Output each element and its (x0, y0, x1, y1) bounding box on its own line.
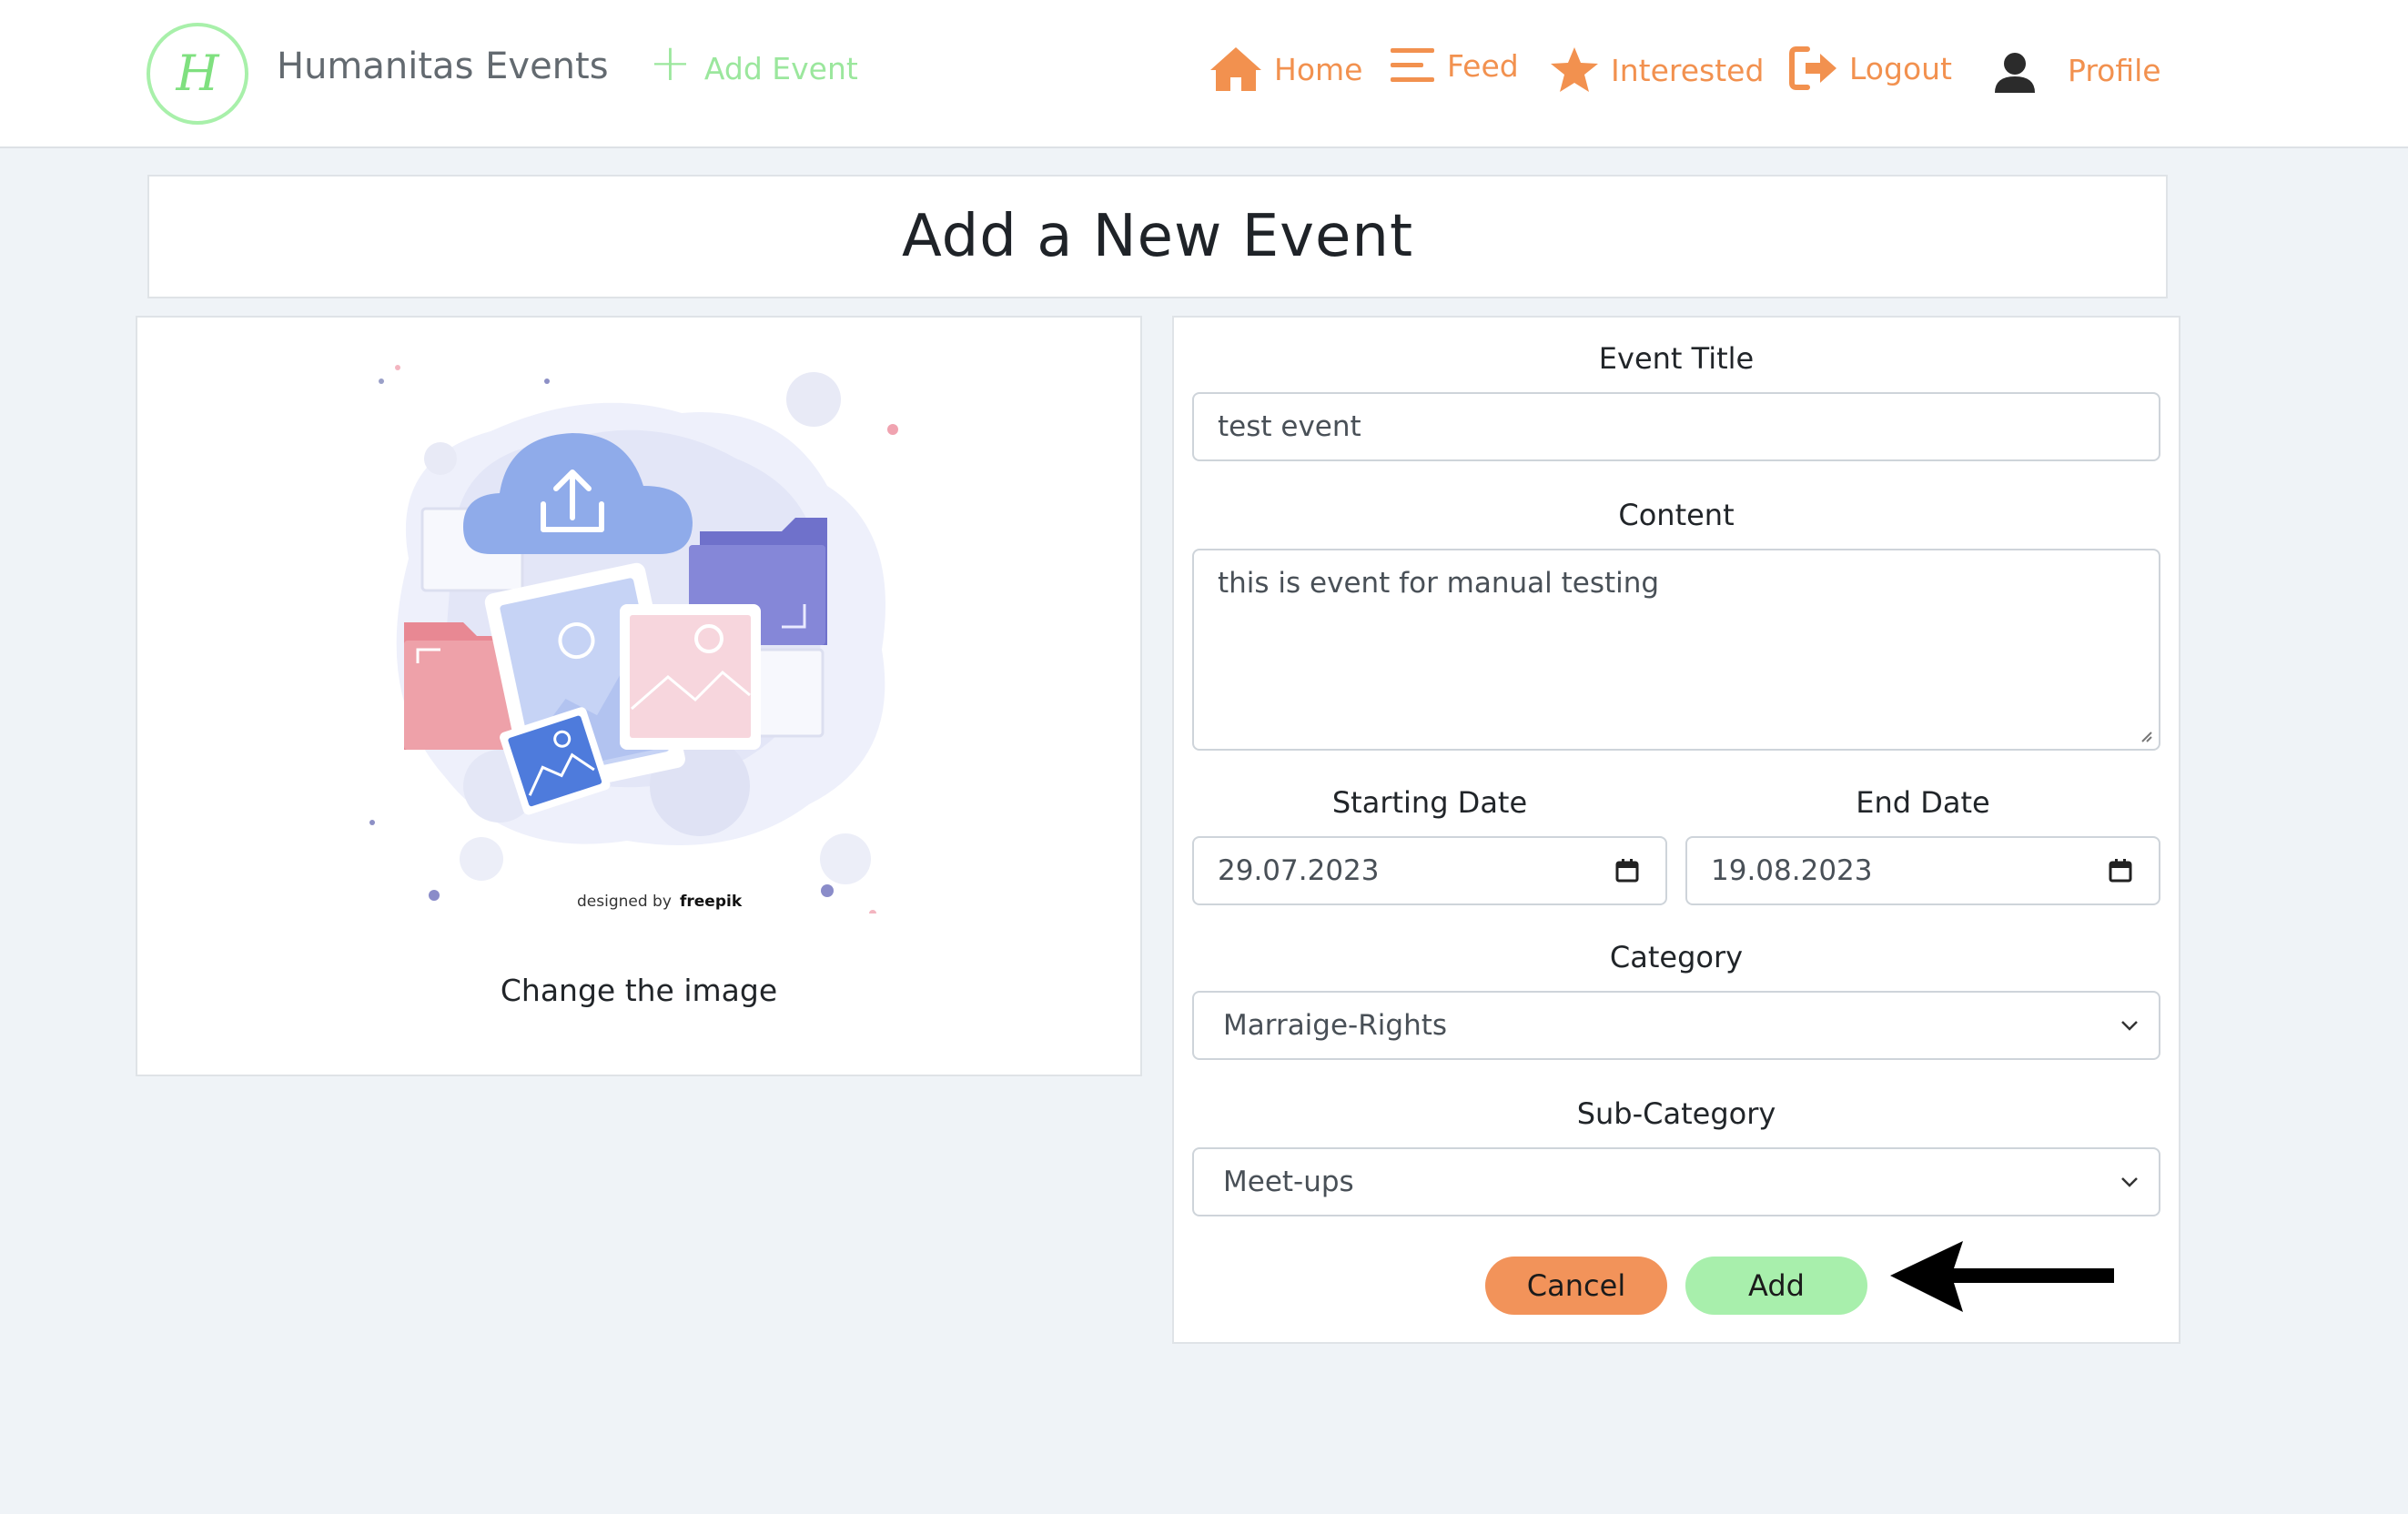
nav-feed-label: Feed (1447, 47, 1519, 84)
end-date-label: End Date (1856, 785, 1990, 820)
calendar-icon[interactable] (1614, 858, 1640, 883)
event-form: Event Title test event Content this is e… (1172, 316, 2180, 1344)
home-icon (1210, 47, 1261, 91)
category-label: Category (1609, 940, 1744, 974)
add-button[interactable]: Add (1685, 1257, 1867, 1315)
end-date-input[interactable]: 19.08.2023 (1685, 836, 2160, 905)
logout-icon (1789, 46, 1836, 90)
nav-home-label: Home (1274, 51, 1363, 87)
logo[interactable]: H (147, 23, 248, 125)
end-date-value: 19.08.2023 (1711, 854, 1873, 887)
start-date-value: 29.07.2023 (1218, 854, 1380, 887)
change-image-link[interactable]: Change the image (137, 973, 1140, 1008)
nav-logout[interactable]: Logout (1789, 45, 1952, 91)
add-event-label: Add Event (703, 50, 858, 86)
cancel-button[interactable]: Cancel (1485, 1257, 1667, 1315)
resize-grip-icon[interactable] (2139, 729, 2153, 743)
nav-feed[interactable]: Feed (1389, 45, 1519, 86)
content-textarea[interactable]: this is event for manual testing (1192, 549, 2160, 751)
start-date-label: Starting Date (1331, 785, 1528, 820)
subcategory-value: Meet-ups (1223, 1166, 1354, 1198)
nav-interested-label: Interested (1611, 52, 1765, 88)
category-value: Marraige-Rights (1223, 1009, 1448, 1042)
credit-brand: freepik (680, 893, 743, 911)
plus-icon: + (649, 34, 692, 93)
arrow-pointer-icon (1890, 1241, 2114, 1312)
chevron-down-icon (2121, 1177, 2138, 1187)
navbar: H Humanitas Events + Add Event Home Feed… (0, 0, 2408, 148)
add-event-link[interactable]: + Add Event (649, 38, 858, 89)
event-title-value: test event (1218, 410, 1361, 443)
start-date-input[interactable]: 29.07.2023 (1192, 836, 1667, 905)
user-icon[interactable] (1993, 51, 2037, 95)
content-label: Content (1618, 498, 1735, 532)
credit-prefix: designed by (577, 893, 672, 911)
chevron-down-icon (2121, 1021, 2138, 1031)
nav-profile[interactable]: Profile (2068, 53, 2161, 88)
category-select[interactable]: Marraige-Rights (1192, 991, 2160, 1060)
star-icon (1551, 47, 1598, 92)
subcategory-select[interactable]: Meet-ups (1192, 1147, 2160, 1216)
brand-name[interactable]: Humanitas Events (277, 45, 609, 87)
logo-letter: H (176, 45, 219, 102)
content-value: this is event for manual testing (1218, 567, 1660, 600)
event-title-label: Event Title (1598, 341, 1755, 376)
image-card: designed by freepik Change the image (136, 316, 1142, 1076)
nav-logout-label: Logout (1849, 50, 1952, 86)
calendar-icon[interactable] (2108, 858, 2133, 883)
menu-icon (1391, 48, 1434, 82)
nav-interested[interactable]: Interested (1549, 45, 1764, 95)
event-title-input[interactable]: test event (1192, 392, 2160, 461)
subcategory-label: Sub-Category (1576, 1096, 1776, 1131)
title-box: Add a New Event (147, 175, 2168, 298)
page-title: Add a New Event (901, 203, 1414, 270)
nav-home[interactable]: Home (1209, 45, 1362, 93)
upload-illustration[interactable]: designed by freepik (354, 349, 936, 913)
